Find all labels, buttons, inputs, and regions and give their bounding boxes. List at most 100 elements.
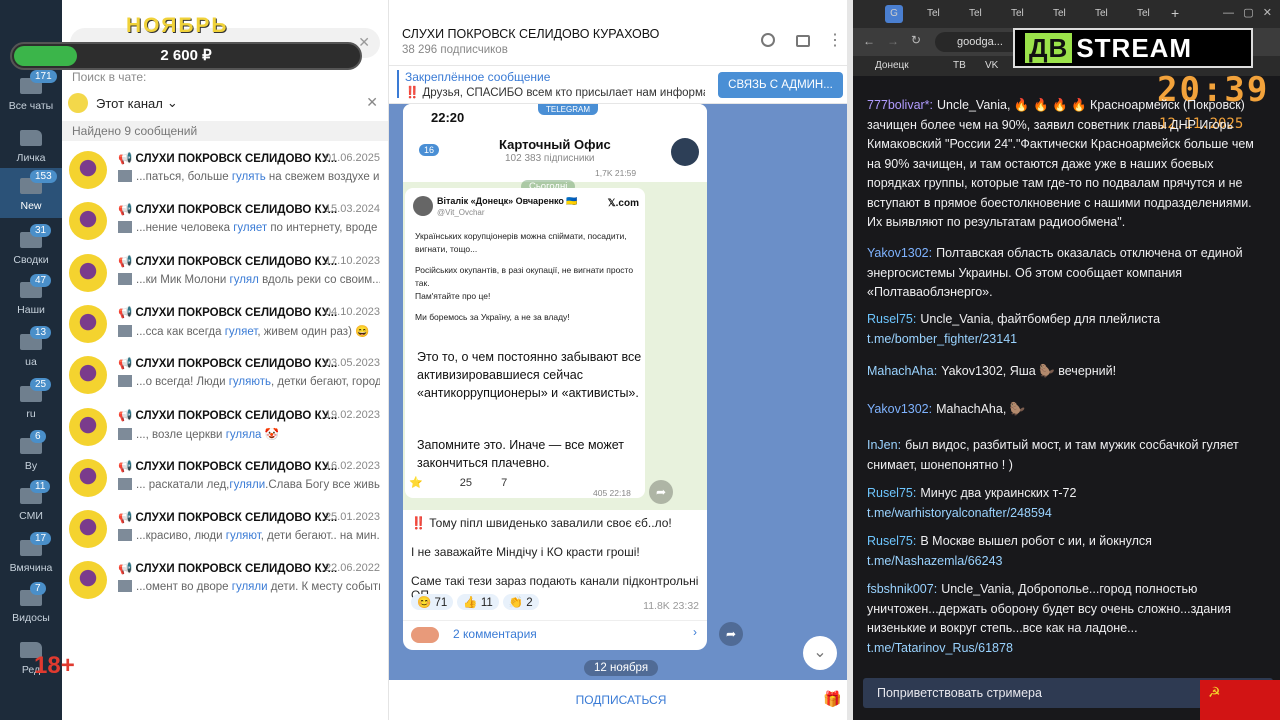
chat-link[interactable]: t.me/warhistoryalconafter/248594 — [867, 506, 1052, 520]
result-date: 01.06.2025 — [324, 152, 380, 164]
chat-username[interactable]: Yakov1302: — [867, 402, 932, 416]
tab-label: Tel — [1053, 8, 1066, 19]
new-tab-icon[interactable]: + — [1171, 5, 1179, 21]
result-item[interactable]: 📢 СЛУХИ ПОКРОВСК СЕЛИДОВО КУ... 15.03.202… — [62, 199, 388, 251]
back-icon[interactable]: ← — [863, 34, 875, 48]
folder-sidebar: Все чаты 171 Личка New 153 Сводки 31 Наши 47 ua 13… — [0, 0, 62, 720]
donation-amount: 2 600 ₽ — [160, 47, 212, 64]
forward-icon[interactable]: → — [887, 34, 899, 48]
tweet-line: Російських окупантів, в разі окупації, н… — [415, 265, 634, 288]
sidebar-toggle-icon[interactable] — [796, 35, 810, 47]
result-snippet: ...паться, больше гулять на свежем возду… — [118, 170, 380, 183]
chat-username[interactable]: InJen: — [867, 438, 901, 452]
result-item[interactable]: 📢 СЛУХИ ПОКРОВСК СЕЛИДОВО КУ... 01.06.202… — [62, 148, 388, 200]
folder-item[interactable]: Личка — [0, 130, 62, 164]
reaction-chip[interactable]: 👏 2 — [502, 594, 539, 610]
folder-item[interactable]: New 153 — [0, 168, 62, 218]
pinned-message[interactable]: Закреплённое сообщение ‼️ Друзья, СПАСИБ… — [389, 66, 853, 104]
browser-tab[interactable]: Tel — [1011, 5, 1051, 23]
folder-item[interactable]: Вмячина 17 — [0, 532, 62, 574]
result-item[interactable]: 📢 СЛУХИ ПОКРОВСК СЕЛИДОВО КУ... 17.10.202… — [62, 251, 388, 303]
comments-link[interactable]: 2 комментария › — [403, 620, 707, 648]
result-date: 25.01.2023 — [324, 511, 380, 524]
result-snippet: ...о всегда! Люди гуляють, детки бегают,… — [118, 375, 380, 388]
found-count: Найдено 9 сообщений — [62, 121, 388, 141]
post-image[interactable]: 22:20 TELEGRAM 16 Карточный Офис 102 383… — [403, 104, 707, 512]
contact-admin-button[interactable]: СВЯЗЬ С АДМИН... — [718, 72, 843, 98]
subscribe-button[interactable]: ПОДПИСАТЬСЯ — [389, 680, 853, 720]
folder-item[interactable]: Наши 47 — [0, 274, 62, 316]
browser-tab[interactable]: Tel — [1095, 5, 1135, 23]
folder-item[interactable]: Сводки 31 — [0, 224, 62, 266]
chat-message: Rusel75: Минус два украинских т-72 t.me/wa… — [867, 484, 1265, 523]
chat-username[interactable]: Yakov1302: — [867, 246, 932, 260]
folder-label: Наши — [17, 304, 45, 316]
unread-badge: 7 — [30, 582, 46, 595]
search-icon[interactable] — [761, 33, 775, 47]
reaction-chip[interactable]: 😊 71 — [411, 594, 454, 610]
channel-filter[interactable]: Этот канал ⌄ — [68, 92, 178, 114]
chat-text: В Москве вышел робот с ии, и йокнулся — [920, 534, 1152, 548]
chat-username[interactable]: Rusel75: — [867, 534, 916, 548]
thumb-icon — [118, 170, 132, 182]
chat-username[interactable]: Rusel75: — [867, 312, 916, 326]
result-item[interactable]: 📢 СЛУХИ ПОКРОВСК СЕЛИДОВО КУ... 22.06.202… — [62, 558, 388, 610]
post-body: ‼️ Тому піпл швиденько завалили своє єб.… — [403, 510, 707, 650]
share-icon[interactable]: ➦ — [719, 622, 743, 646]
snippet-text: вдоль реки со своим... — [258, 273, 380, 286]
reaction-chip[interactable]: 👍 11 — [457, 594, 499, 610]
folder-item[interactable]: By 6 — [0, 430, 62, 472]
chevron-right-icon: › — [693, 625, 697, 639]
result-item[interactable]: 📢 СЛУХИ ПОКРОВСК СЕЛИДОВО КУ... 25.01.202… — [62, 507, 388, 559]
chat-link[interactable]: t.me/Nashazemla/66243 — [867, 554, 1003, 568]
folder-item[interactable]: СМИ 11 — [0, 480, 62, 522]
bookmark-item[interactable]: ТВ — [953, 60, 966, 71]
bookmark-item[interactable]: Донецк — [875, 60, 909, 71]
more-icon[interactable]: ⋮ — [827, 30, 843, 50]
thumb-icon — [118, 272, 132, 285]
bookmark-item[interactable]: VK — [985, 60, 998, 71]
comments-count: 2 комментария — [453, 627, 537, 641]
folder-item[interactable]: ru 25 — [0, 378, 62, 420]
scroll-down-button[interactable]: ⌄ — [803, 636, 837, 670]
unread-badge: 17 — [30, 532, 52, 545]
result-item[interactable]: 📢 СЛУХИ ПОКРОВСК СЕЛИДОВО КУ... 19.02.202… — [62, 405, 388, 457]
folder-label: New — [20, 200, 42, 212]
tweet-line: Пам'ятайте про це! — [415, 291, 491, 301]
share-icon[interactable]: ➦ — [649, 480, 673, 504]
browser-tab[interactable]: Tel — [969, 5, 1009, 23]
folder-label: СМИ — [19, 510, 43, 522]
gift-icon[interactable]: 🎁 — [823, 690, 842, 708]
chat-link[interactable]: t.me/Tatarinov_Rus/61878 — [867, 641, 1013, 655]
result-item[interactable]: 📢 СЛУХИ ПОКРОВСК СЕЛИДОВО КУ... 03.05.202… — [62, 353, 388, 405]
reload-icon[interactable]: ↻ — [911, 33, 921, 47]
chat-username[interactable]: MahachAha: — [867, 364, 937, 378]
star-icon: ⭐ — [409, 477, 423, 489]
close-icon[interactable]: ✕ — [366, 94, 378, 111]
folder-item[interactable]: Видосы 7 — [0, 582, 62, 624]
result-item[interactable]: 📢 СЛУХИ ПОКРОВСК СЕЛИДОВО КУ... 04.10.202… — [62, 302, 388, 354]
screenshot-reactions: ⭐ 25 7 — [409, 476, 507, 489]
result-item[interactable]: 📢 СЛУХИ ПОКРОВСК СЕЛИДОВО КУ... 16.02.202… — [62, 456, 388, 508]
result-snippet: ...ки Мик Молони гулял вдоль реки со сво… — [118, 272, 380, 286]
browser-tab[interactable]: G — [885, 5, 903, 23]
snippet-text: ... раскатали лед, — [136, 478, 230, 491]
result-date: 22.06.2022 — [324, 562, 380, 575]
snippet-text: .Слава Богу все живы... — [265, 478, 380, 491]
browser-tab[interactable]: Tel — [927, 5, 967, 23]
chat-text: Uncle_Vania, файтбомбер для плейлиста — [920, 312, 1161, 326]
chat-username[interactable]: fsbshnik007: — [867, 582, 937, 596]
chat-username[interactable]: 777bolivar*: — [867, 98, 933, 112]
thumb-icon — [118, 427, 132, 440]
thumb-icon — [118, 529, 132, 542]
snippet-text: ...красиво, люди — [136, 530, 226, 543]
chat-link[interactable]: t.me/bomber_fighter/23141 — [867, 332, 1017, 346]
folder-item[interactable]: Все чаты 171 — [0, 70, 62, 112]
chat-message: Rusel75: В Москве вышел робот с ии, и йок… — [867, 532, 1265, 571]
browser-tab[interactable]: Tel — [1053, 5, 1093, 23]
folder-item[interactable]: ua 13 — [0, 326, 62, 368]
screenshot-time: 22:20 — [431, 110, 465, 125]
result-snippet: ..., возле церкви гуляла 🤡 — [118, 427, 380, 441]
chat-username[interactable]: Rusel75: — [867, 486, 916, 500]
channel-header[interactable]: СЛУХИ ПОКРОВСК СЕЛИДОВО КУРАХОВО 38 296 … — [389, 0, 853, 66]
